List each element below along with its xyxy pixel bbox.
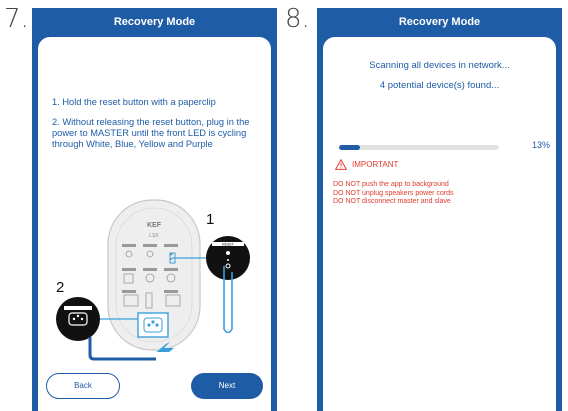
screen-title: Recovery Mode bbox=[113, 16, 196, 28]
step-number-7: 7. bbox=[4, 4, 29, 34]
scan-progress-percent: 13% bbox=[531, 140, 550, 150]
callout-2: 2 bbox=[56, 279, 64, 296]
warning-line: DO NOT push the app to background bbox=[333, 181, 449, 188]
callout-1: 1 bbox=[206, 211, 214, 228]
screen-title: Recovery Mode bbox=[398, 16, 481, 28]
next-button[interactable]: Next bbox=[191, 373, 263, 399]
back-button[interactable]: Back bbox=[46, 373, 120, 399]
warning-triangle-icon bbox=[335, 159, 347, 170]
svg-text:RESET: RESET bbox=[222, 243, 235, 247]
important-heading: IMPORTANT bbox=[335, 159, 398, 170]
brand-logo: KEF bbox=[147, 222, 162, 229]
phone-screen-recovery-step-8: Recovery Mode Scanning all devices in ne… bbox=[317, 8, 562, 411]
devices-found-text: 4 potential device(s) found... bbox=[379, 80, 500, 91]
content-card: Scanning all devices in network... 4 pot… bbox=[323, 37, 556, 411]
content-card: 1. Hold the reset button with a papercli… bbox=[38, 37, 271, 411]
phone-screen-recovery-step-7: Recovery Mode 1. Hold the reset button w… bbox=[32, 8, 277, 411]
power-inlet-highlight bbox=[137, 312, 169, 338]
speaker-back-panel-diagram: KEF LSX 1 RESET 2 bbox=[56, 199, 250, 352]
power-inlet-zoom bbox=[56, 297, 100, 341]
model-label: LSX bbox=[149, 233, 159, 239]
step-number-8: 8. bbox=[285, 4, 310, 34]
warning-line: DO NOT disconnect master and slave bbox=[333, 198, 451, 206]
important-label: IMPORTANT bbox=[352, 160, 399, 169]
scan-status-text: Scanning all devices in network... bbox=[369, 60, 510, 71]
instruction-plug-power: 2. Without releasing the reset button, p… bbox=[52, 117, 250, 149]
scan-progress-fill bbox=[339, 145, 360, 150]
scan-progress-bar bbox=[339, 145, 499, 150]
warning-line: DO NOT unplug speakers power cords bbox=[333, 189, 454, 197]
instruction-hold-reset: 1. Hold the reset button with a papercli… bbox=[52, 97, 216, 107]
warning-list: DO NOT push the app to background DO NOT… bbox=[333, 181, 453, 207]
